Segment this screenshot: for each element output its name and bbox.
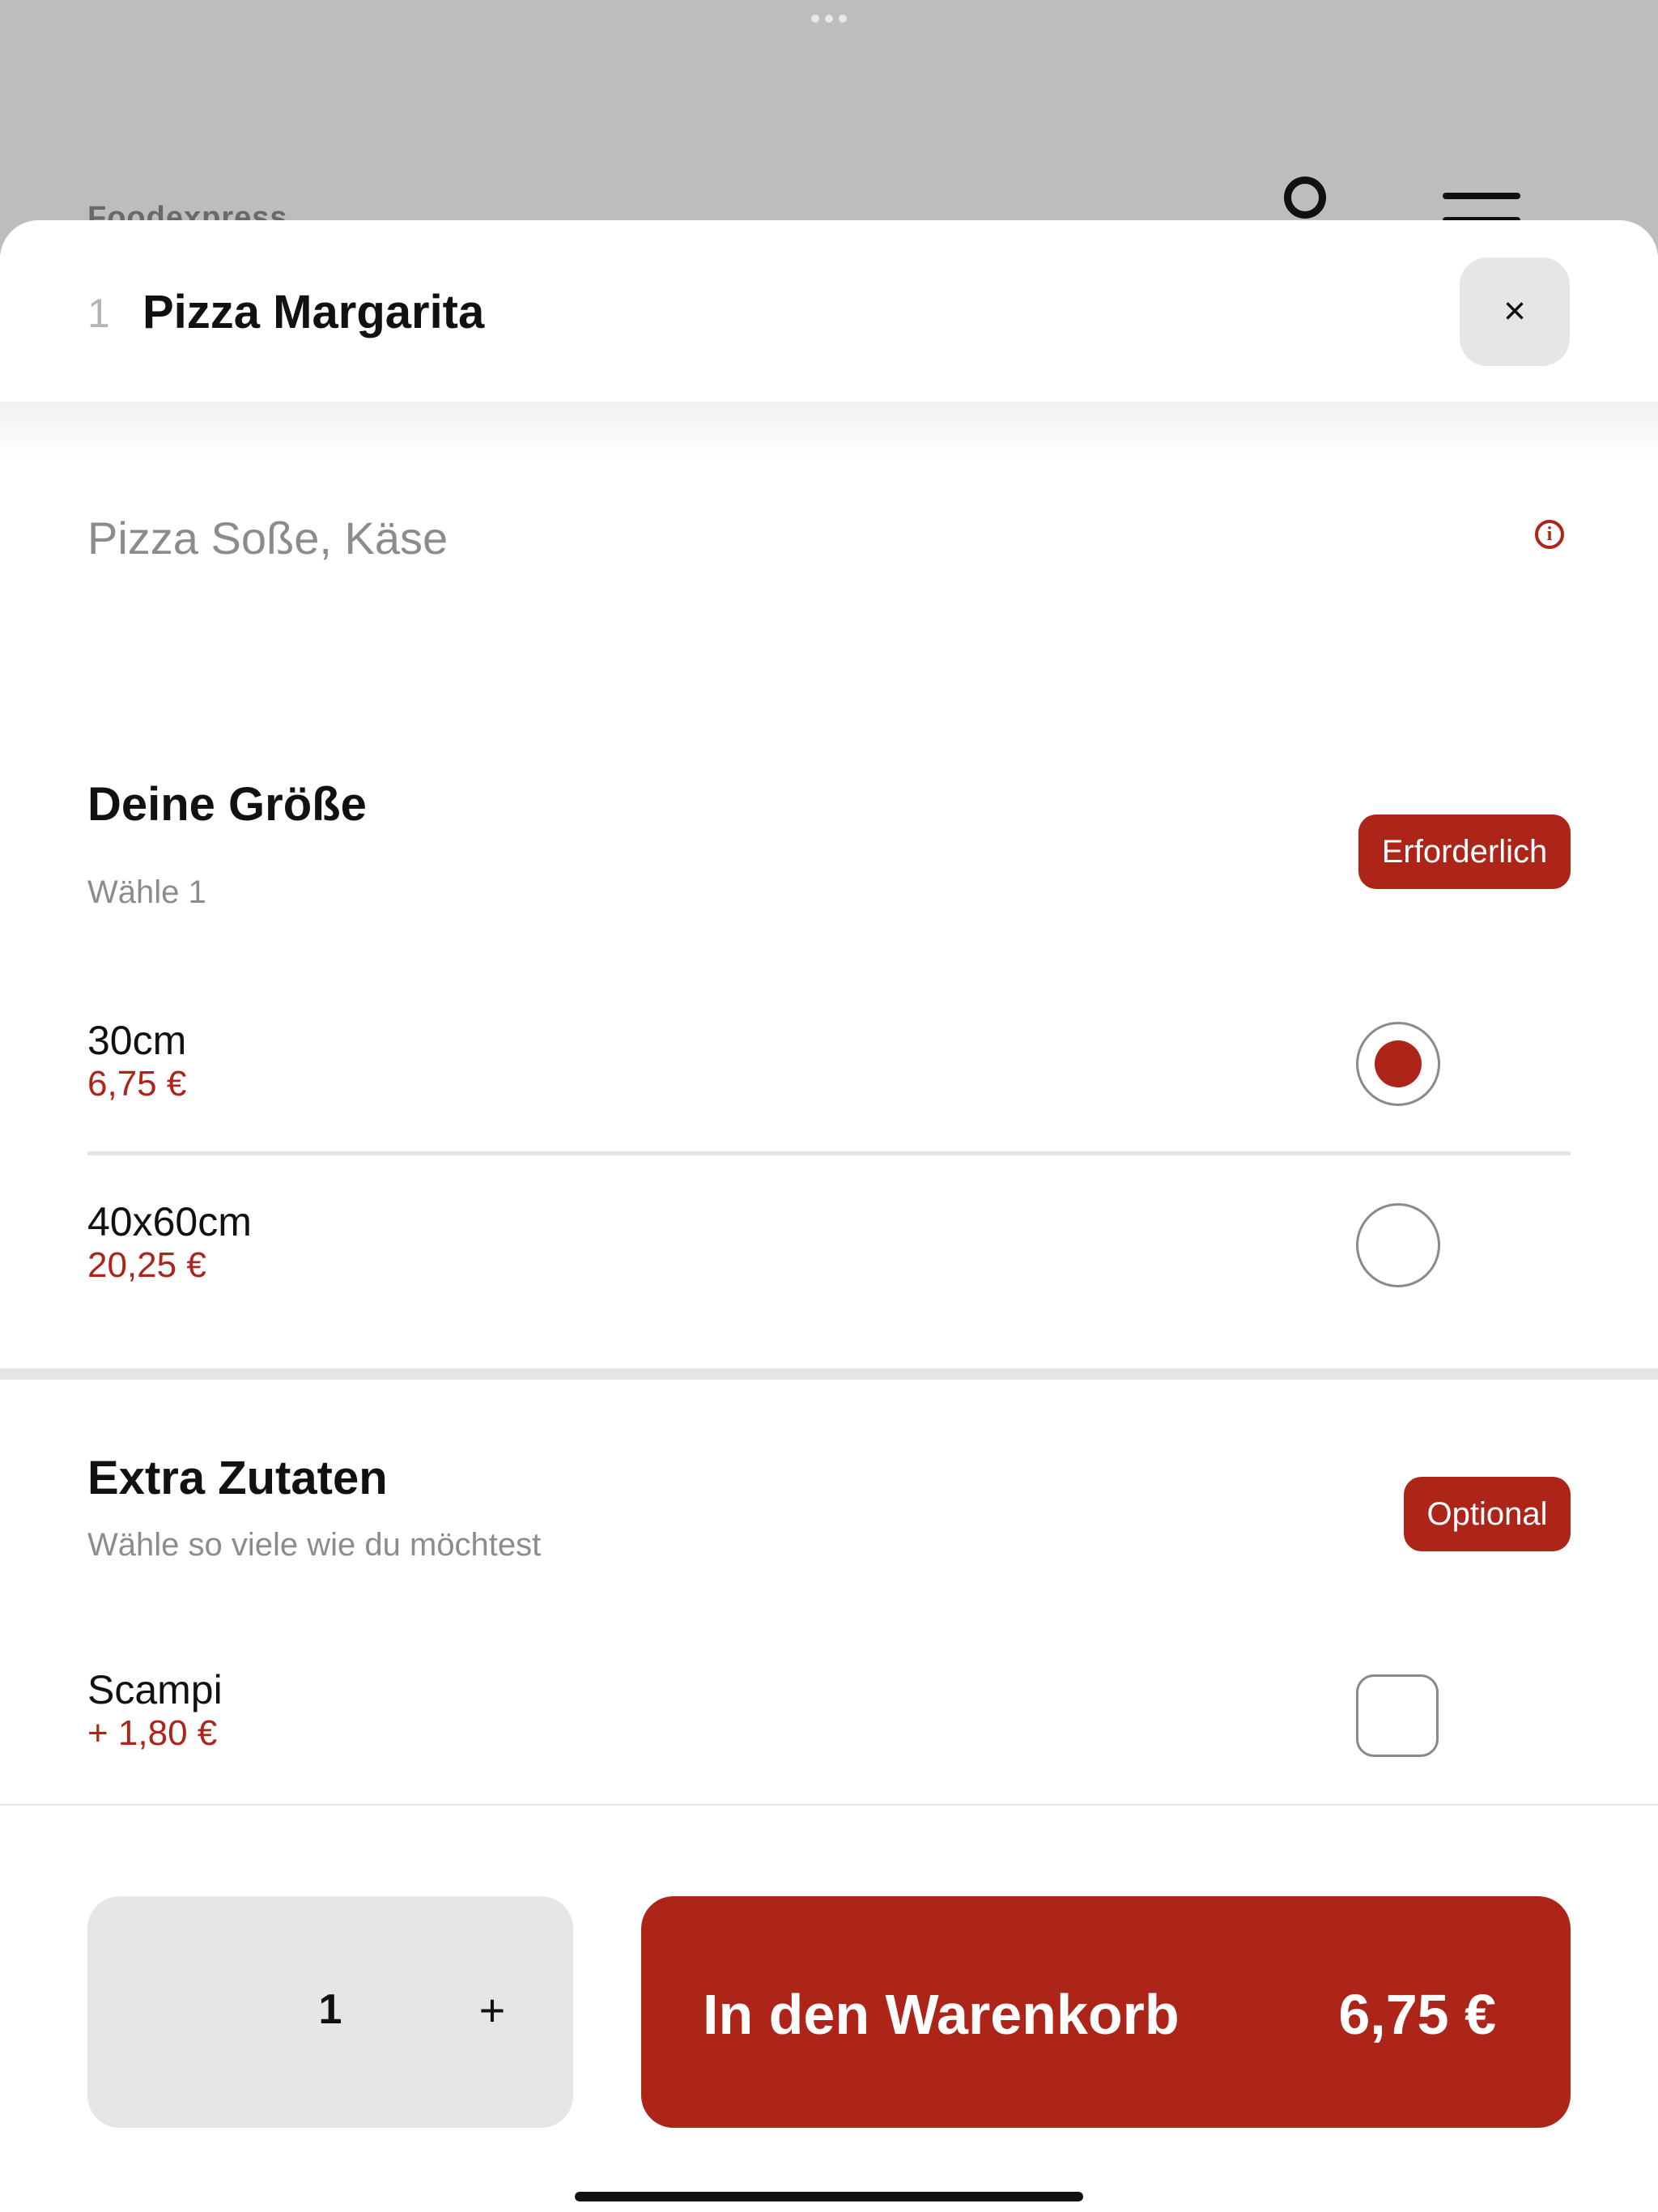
- size-radio-30cm[interactable]: [1356, 1022, 1440, 1106]
- user-icon: [1284, 177, 1326, 219]
- item-number: 1: [87, 291, 110, 336]
- option-price: 6,75 €: [87, 1064, 187, 1104]
- option-price: + 1,80 €: [87, 1713, 218, 1753]
- size-option-40x60cm[interactable]: 40x60cm 20,25 €: [87, 1198, 1571, 1295]
- size-radio-40x60cm[interactable]: [1356, 1203, 1440, 1287]
- option-label: 40x60cm: [87, 1199, 252, 1244]
- product-sheet: 1 Pizza Margarita × Pizza Soße, Käse i D…: [0, 220, 1658, 2212]
- option-label: Scampi: [87, 1667, 223, 1712]
- add-to-cart-price: 6,75 €: [1338, 1983, 1496, 2046]
- item-description: Pizza Soße, Käse: [87, 513, 449, 564]
- header-shadow: [0, 402, 1658, 458]
- quantity-value: 1: [318, 1986, 342, 2033]
- size-section-title: Deine Größe: [87, 778, 367, 831]
- quantity-stepper: 1 +: [87, 1896, 573, 2128]
- option-label: 30cm: [87, 1018, 187, 1063]
- optional-badge: Optional: [1404, 1477, 1571, 1551]
- sheet-header: 1 Pizza Margarita ×: [0, 220, 1658, 402]
- add-to-cart-button[interactable]: In den Warenkorb 6,75 €: [641, 1896, 1571, 2128]
- extra-checkbox-scampi[interactable]: [1356, 1674, 1439, 1757]
- sheet-footer: 1 + In den Warenkorb 6,75 €: [0, 1804, 1658, 2212]
- home-indicator[interactable]: [575, 2192, 1083, 2201]
- required-badge: Erforderlich: [1358, 815, 1571, 889]
- close-icon: ×: [1503, 290, 1527, 333]
- extras-section-title: Extra Zutaten: [87, 1452, 388, 1504]
- section-divider: [0, 1368, 1658, 1380]
- extras-section-subtitle: Wähle so viele wie du möchtest: [87, 1527, 542, 1563]
- item-title: Pizza Margarita: [142, 286, 485, 338]
- info-icon[interactable]: i: [1535, 520, 1564, 549]
- size-section-subtitle: Wähle 1: [87, 874, 206, 910]
- add-to-cart-label: In den Warenkorb: [703, 1983, 1180, 2046]
- size-option-30cm[interactable]: 30cm 6,75 €: [87, 1017, 1571, 1114]
- multitasking-dots-icon[interactable]: [811, 15, 847, 24]
- plus-icon[interactable]: +: [468, 1984, 517, 2036]
- row-divider: [87, 1151, 1571, 1155]
- extra-option-scampi[interactable]: Scampi + 1,80 €: [87, 1666, 1571, 1763]
- option-price: 20,25 €: [87, 1245, 206, 1285]
- close-button[interactable]: ×: [1460, 257, 1570, 366]
